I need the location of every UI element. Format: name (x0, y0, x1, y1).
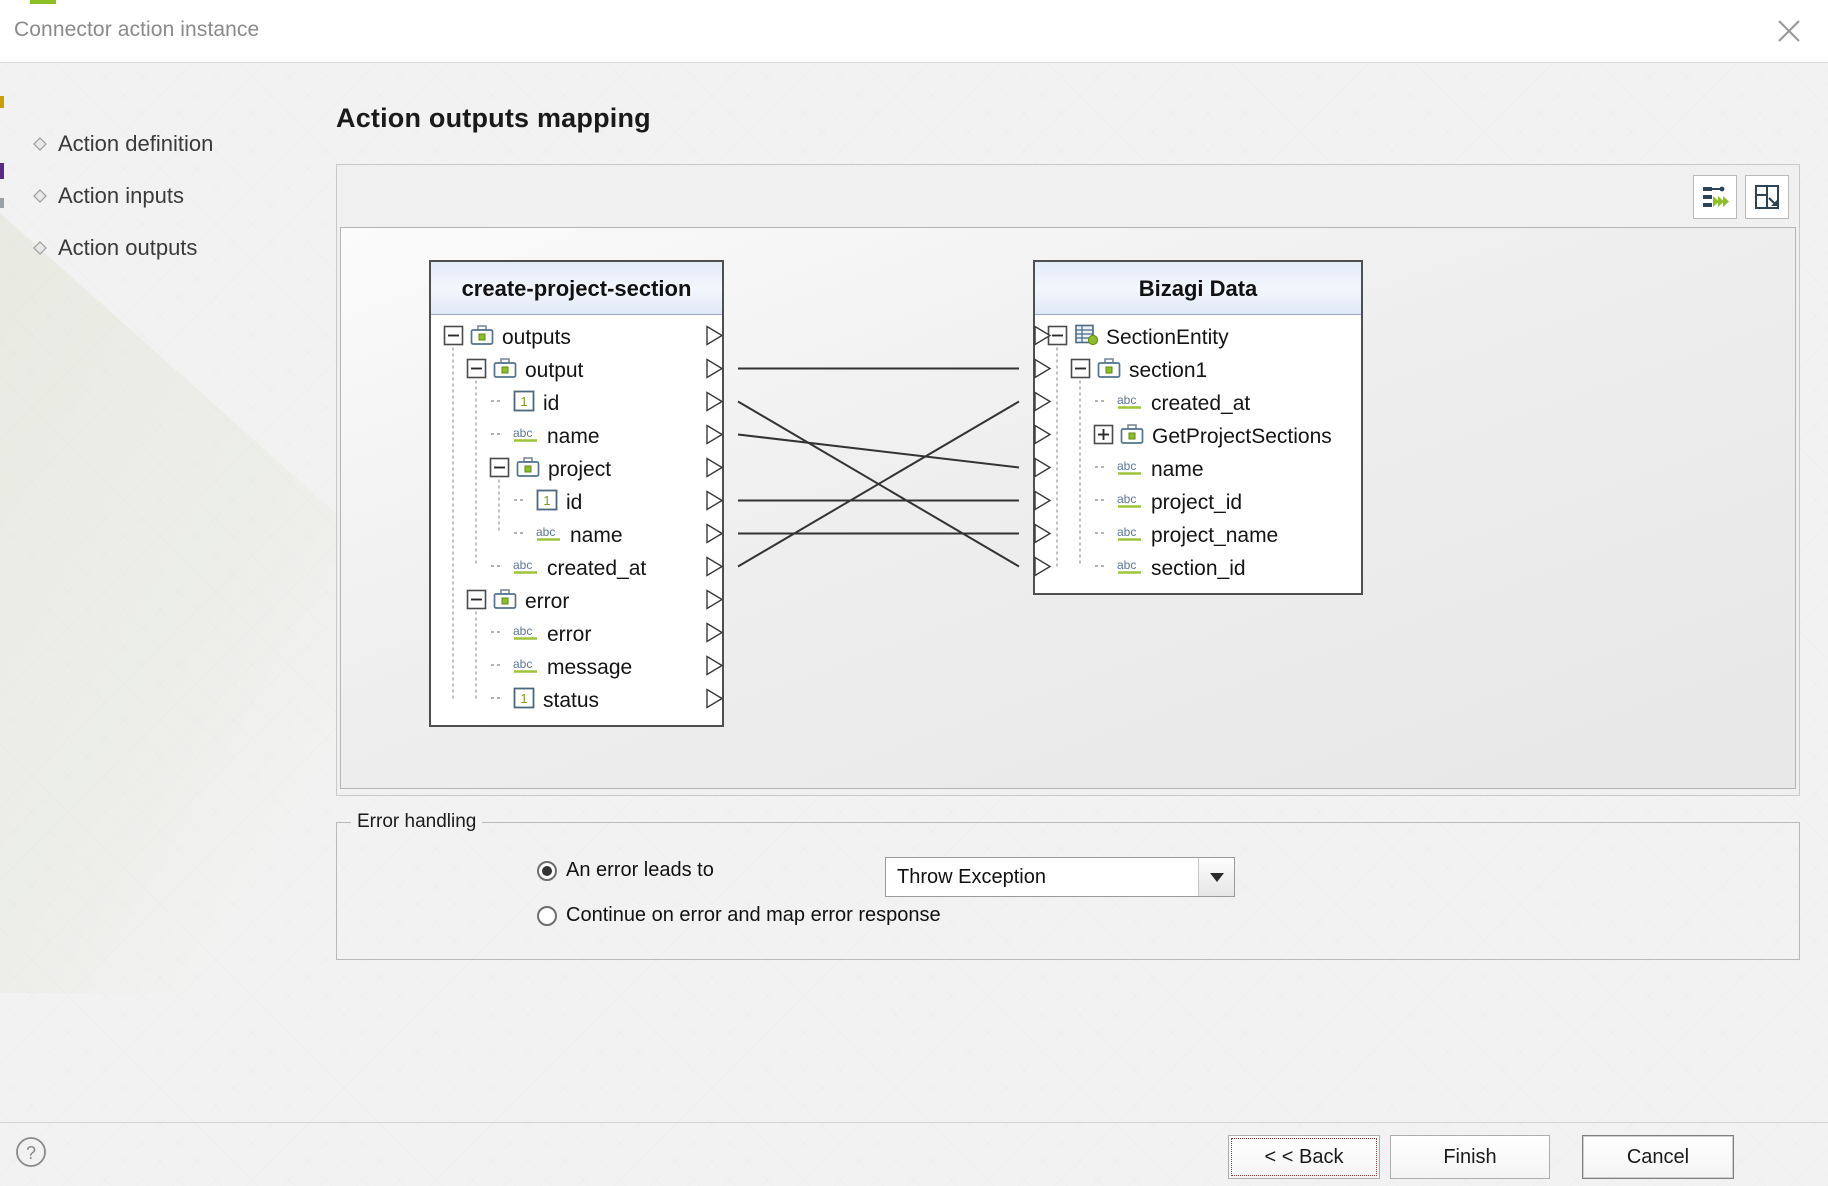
title-bar: Connector action instance (0, 0, 1828, 63)
cancel-button[interactable]: Cancel (1582, 1135, 1734, 1179)
svg-text:?: ? (26, 1143, 36, 1163)
source-port[interactable] (706, 391, 724, 412)
mapper-frame: create-project-section outputs output 1 id a… (336, 164, 1800, 796)
bullet-icon (33, 241, 47, 255)
source-port[interactable] (706, 424, 724, 445)
auto-map-icon[interactable] (1693, 175, 1737, 219)
error-handling-legend: Error handling (351, 811, 483, 833)
expand-layout-icon[interactable] (1745, 175, 1789, 219)
mapping-links (452, 325, 1081, 709)
edge-accent (0, 163, 4, 179)
source-port[interactable] (706, 556, 724, 577)
sidebar-item-action-inputs[interactable]: Action inputs (30, 170, 330, 222)
target-port[interactable] (1034, 556, 1052, 577)
mapping-link[interactable] (737, 433, 1020, 469)
radio-row-continue-on-error[interactable]: Continue on error and map error response (537, 904, 941, 927)
radio-row-error-leads-to[interactable]: An error leads to (537, 859, 714, 882)
sidebar-item-action-outputs[interactable]: Action outputs (30, 222, 330, 274)
source-port[interactable] (706, 589, 724, 610)
error-handling-group: Error handling An error leads to Throw E… (336, 811, 1800, 960)
radio-an-error-leads-to[interactable] (537, 860, 557, 881)
window-title: Connector action instance (14, 18, 260, 41)
page-title: Action outputs mapping (336, 103, 651, 133)
source-port[interactable] (706, 325, 724, 346)
source-port[interactable] (706, 490, 724, 511)
target-port[interactable] (1034, 490, 1052, 511)
radio-label: Continue on error and map error response (566, 904, 941, 926)
accent-stripe (30, 0, 56, 4)
sidebar-item-label: Action definition (58, 131, 214, 156)
close-icon[interactable] (1766, 10, 1812, 52)
error-action-select[interactable]: Throw Exception (885, 857, 1235, 897)
target-port[interactable] (1034, 391, 1052, 412)
sidebar-item-action-definition[interactable]: Action definition (30, 118, 330, 170)
dialog-window: Connector action instance Action definit… (0, 0, 1828, 1186)
chevron-down-icon[interactable] (1198, 858, 1234, 896)
source-port[interactable] (706, 688, 724, 709)
source-port[interactable] (706, 358, 724, 379)
sidebar: Action definition Action inputs Action o… (30, 118, 330, 274)
mapping-canvas[interactable]: create-project-section outputs output 1 id a… (340, 227, 1796, 789)
bullet-icon (33, 137, 47, 151)
target-port[interactable] (1034, 325, 1052, 346)
target-tree-guides (1056, 347, 1081, 567)
sidebar-item-label: Action outputs (58, 235, 198, 260)
target-port[interactable] (1034, 424, 1052, 445)
edge-accent (0, 198, 4, 208)
target-port[interactable] (1034, 523, 1052, 544)
source-port[interactable] (706, 622, 724, 643)
source-port[interactable] (706, 523, 724, 544)
error-action-value: Throw Exception (897, 865, 1046, 888)
dialog-body: Action definition Action inputs Action o… (0, 63, 1828, 1122)
source-port[interactable] (706, 655, 724, 676)
target-port[interactable] (1034, 358, 1052, 379)
footer-bar: ? < < Back Finish Cancel (0, 1122, 1828, 1186)
back-button[interactable]: < < Back (1228, 1135, 1380, 1179)
source-tree-guides (452, 347, 500, 699)
mapper-toolbar (1693, 173, 1789, 221)
target-port[interactable] (1034, 457, 1052, 478)
source-port[interactable] (706, 457, 724, 478)
bullet-icon (33, 189, 47, 203)
main-panel: Action outputs mapping create-project-se… (336, 103, 1800, 960)
finish-button[interactable]: Finish (1390, 1135, 1550, 1179)
sidebar-item-label: Action inputs (58, 183, 184, 208)
help-icon[interactable]: ? (14, 1135, 48, 1169)
radio-label: An error leads to (566, 859, 714, 881)
edge-accent (0, 96, 4, 108)
radio-continue-on-error[interactable] (537, 905, 557, 926)
